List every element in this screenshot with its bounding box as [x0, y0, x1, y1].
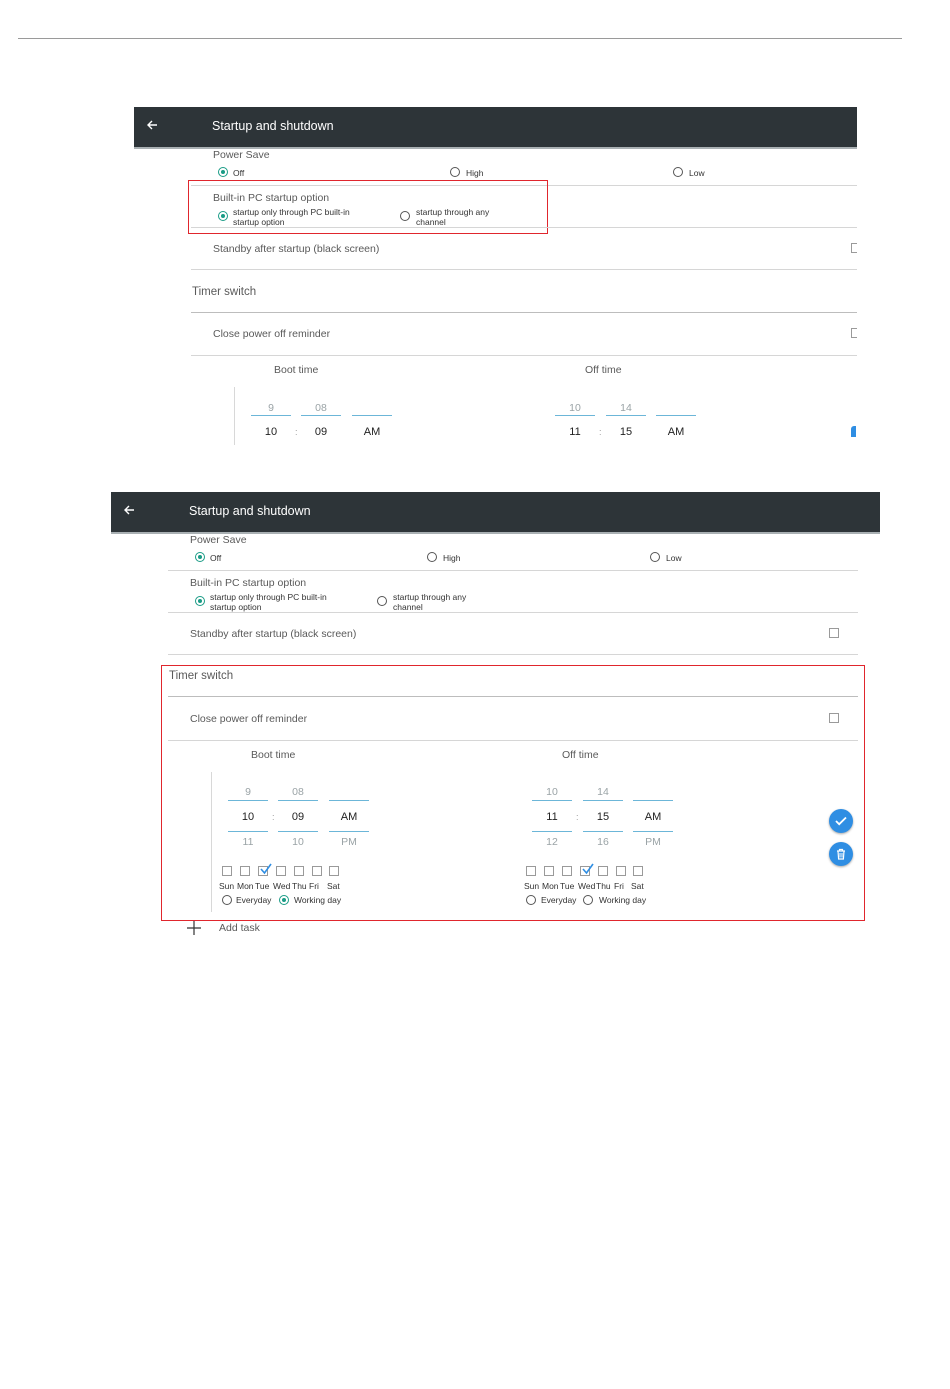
- off-time-label: Off time: [585, 364, 622, 376]
- pc-startup-builtin-radio[interactable]: [195, 596, 205, 606]
- power-save-low-label: Low: [689, 168, 705, 178]
- divider: [191, 269, 857, 270]
- arrow-left-icon[interactable]: [121, 502, 137, 518]
- picker-underline: [251, 415, 291, 416]
- divider: [191, 355, 857, 356]
- page-top-rule: [18, 38, 902, 39]
- standby-checkbox[interactable]: [829, 628, 839, 638]
- picker-underline: [555, 415, 595, 416]
- page-title: Startup and shutdown: [189, 504, 311, 518]
- app-header: Startup and shutdown: [111, 492, 880, 534]
- pc-startup-any-radio[interactable]: [377, 596, 387, 606]
- power-save-off-label: Off: [210, 553, 222, 563]
- power-save-low-radio[interactable]: [673, 167, 683, 177]
- screenshot-timer-switch: Startup and shutdown Power Save Off High…: [111, 492, 880, 947]
- picker-underline: [656, 415, 696, 416]
- confirm-button-edge[interactable]: [851, 426, 856, 437]
- power-save-high-label: High: [443, 553, 461, 563]
- power-save-high-label: High: [466, 168, 484, 178]
- timer-switch-label: Timer switch: [192, 286, 257, 298]
- boot-hour[interactable]: 10: [251, 426, 291, 438]
- app-header: Startup and shutdown: [134, 107, 857, 149]
- close-reminder-checkbox[interactable]: [851, 328, 857, 338]
- power-save-off-radio[interactable]: [218, 167, 228, 177]
- boot-minute[interactable]: 09: [301, 426, 341, 438]
- time-separator: :: [599, 427, 602, 437]
- power-save-off-label: Off: [233, 168, 245, 178]
- power-save-high-radio[interactable]: [427, 552, 437, 562]
- off-hour-prev[interactable]: 10: [555, 402, 595, 414]
- power-save-high-radio[interactable]: [450, 167, 460, 177]
- divider: [191, 227, 857, 228]
- pc-startup-any-label-line1: startup through any: [393, 592, 467, 602]
- standby-label: Standby after startup (black screen): [213, 243, 380, 255]
- power-save-label: Power Save: [213, 149, 270, 161]
- power-save-low-label: Low: [666, 553, 682, 563]
- divider: [168, 654, 858, 655]
- pc-startup-builtin-label-line1: startup only through PC built-in: [210, 592, 327, 602]
- time-separator: :: [295, 427, 298, 437]
- page-title: Startup and shutdown: [212, 119, 334, 133]
- pc-startup-builtin-label-line2: startup option: [210, 602, 262, 612]
- close-reminder-label: Close power off reminder: [213, 328, 331, 340]
- power-save-label: Power Save: [190, 534, 247, 546]
- off-minute[interactable]: 15: [606, 426, 646, 438]
- picker-underline: [301, 415, 341, 416]
- divider: [168, 570, 858, 571]
- picker-underline: [606, 415, 646, 416]
- standby-checkbox[interactable]: [851, 243, 857, 253]
- highlight-box: [161, 665, 865, 921]
- off-minute-prev[interactable]: 14: [606, 402, 646, 414]
- screenshot-startup-option: Startup and shutdown Power Save Off High…: [134, 107, 857, 445]
- arrow-left-icon[interactable]: [144, 117, 160, 133]
- pc-startup-any-label-line2: channel: [393, 602, 423, 612]
- power-save-low-radio[interactable]: [650, 552, 660, 562]
- boot-hour-prev[interactable]: 9: [251, 402, 291, 414]
- standby-label: Standby after startup (black screen): [190, 628, 357, 640]
- boot-time-label: Boot time: [274, 364, 319, 376]
- divider: [191, 312, 857, 313]
- plus-icon[interactable]: [186, 920, 202, 936]
- divider: [168, 612, 858, 613]
- pc-startup-label: Built-in PC startup option: [190, 577, 307, 589]
- highlight-box: [188, 180, 548, 234]
- boot-ampm[interactable]: AM: [352, 426, 392, 438]
- off-hour[interactable]: 11: [555, 426, 595, 438]
- picker-guide-line: [234, 387, 235, 445]
- power-save-off-radio[interactable]: [195, 552, 205, 562]
- boot-minute-prev[interactable]: 08: [301, 402, 341, 414]
- off-ampm[interactable]: AM: [656, 426, 696, 438]
- add-task-label[interactable]: Add task: [219, 922, 260, 934]
- picker-underline: [352, 415, 392, 416]
